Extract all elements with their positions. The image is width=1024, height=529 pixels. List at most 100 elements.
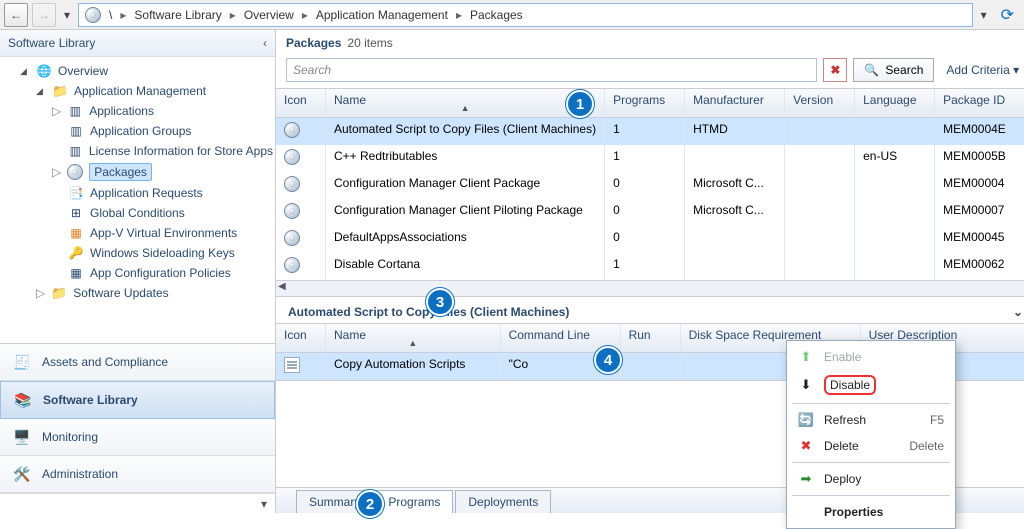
breadcrumb[interactable]: Software Library (130, 6, 225, 24)
conditions-icon: ⊞ (68, 205, 84, 221)
globe-icon: 🌐 (36, 63, 52, 79)
tree-app-groups[interactable]: ▥Application Groups (52, 121, 275, 141)
program-icon (284, 357, 300, 373)
breadcrumb[interactable]: \ (105, 6, 116, 24)
sort-asc-icon: ▲ (334, 103, 596, 113)
chevron-right-icon: ▸ (120, 8, 126, 22)
breadcrumb[interactable]: Packages (466, 6, 527, 24)
tree-overview[interactable]: 🌐Overview (20, 61, 275, 81)
col-run[interactable]: Run (621, 324, 681, 352)
deploy-icon: ➡ (798, 471, 814, 487)
panel-title: Software Library ‹ (0, 30, 275, 57)
menu-properties[interactable]: Properties (790, 499, 952, 525)
col-language[interactable]: Language (855, 89, 935, 117)
admin-icon: 🛠️ (12, 464, 32, 484)
packages-title: Packages (286, 36, 341, 50)
tree-packages[interactable]: Packages (52, 161, 275, 183)
col-manufacturer[interactable]: Manufacturer (685, 89, 785, 117)
tree-app-management[interactable]: 📁Application Management (36, 81, 275, 101)
delete-icon: ✖ (798, 438, 814, 454)
appv-icon: ▦ (68, 225, 84, 241)
tree-software-updates[interactable]: 📁Software Updates (36, 283, 275, 303)
menu-deploy[interactable]: ➡Deploy (790, 466, 952, 492)
package-icon (284, 122, 300, 138)
tree-sideloading[interactable]: 🔑Windows Sideloading Keys (52, 243, 275, 263)
menu-separator (792, 495, 950, 496)
back-button[interactable]: ← (4, 3, 28, 27)
down-arrow-icon: ⬇ (798, 377, 814, 393)
tree-app-config[interactable]: ▦App Configuration Policies (52, 263, 275, 283)
tree-app-requests[interactable]: 📑Application Requests (52, 183, 275, 203)
workspace-monitoring[interactable]: 🖥️Monitoring (0, 419, 275, 456)
col-name[interactable]: Name▲ (326, 89, 605, 117)
breadcrumb[interactable]: Overview (240, 6, 298, 24)
collapse-detail-icon[interactable]: ⌄ (1013, 305, 1023, 319)
library-icon: 📚 (13, 390, 33, 410)
shortcut-label: F5 (930, 413, 944, 427)
menu-separator (792, 403, 950, 404)
menu-disable[interactable]: ⬇Disable (790, 370, 952, 400)
right-content: Packages 20 items Search ✖ 🔍Search Add C… (276, 30, 1024, 513)
forward-button[interactable]: → (32, 3, 56, 27)
callout-1: 1 (566, 90, 594, 118)
table-row[interactable]: Configuration Manager Client Package0Mic… (276, 172, 1024, 199)
search-icon: 🔍 (864, 63, 879, 77)
tab-programs[interactable]: Programs (375, 490, 453, 513)
menu-refresh[interactable]: 🔄RefreshF5 (790, 407, 952, 433)
context-menu: ⬆Enable ⬇Disable 🔄RefreshF5 ✖DeleteDelet… (786, 340, 956, 529)
col-package-id[interactable]: Package ID (935, 89, 1024, 117)
search-input[interactable]: Search (286, 58, 817, 82)
package-icon (67, 164, 83, 180)
workspace-footer[interactable]: ▾ (0, 493, 275, 513)
col-programs[interactable]: Programs (605, 89, 685, 117)
folder-icon: 📁 (52, 83, 68, 99)
callout-3: 3 (426, 288, 454, 316)
refresh-icon[interactable]: ⟳ (995, 5, 1020, 25)
callout-4: 4 (594, 346, 622, 374)
menu-delete[interactable]: ✖DeleteDelete (790, 433, 952, 459)
workspace-assets[interactable]: 🧾Assets and Compliance (0, 344, 275, 381)
collapse-icon[interactable]: ‹ (263, 36, 267, 50)
license-icon: ▥ (68, 143, 83, 159)
search-button[interactable]: 🔍Search (853, 58, 934, 82)
menu-separator (792, 462, 950, 463)
config-icon: ▦ (68, 265, 84, 281)
tree-appv[interactable]: ▦App-V Virtual Environments (52, 223, 275, 243)
address-dropdown[interactable]: ▾ (977, 8, 991, 22)
col-version[interactable]: Version (785, 89, 855, 117)
table-row[interactable]: C++ Redtributables1en-USMEM0005B (276, 145, 1024, 172)
table-row[interactable]: Configuration Manager Client Piloting Pa… (276, 199, 1024, 226)
tree-applications[interactable]: ▥Applications (52, 101, 275, 121)
tree-global-conditions[interactable]: ⊞Global Conditions (52, 203, 275, 223)
folder-icon: 📁 (51, 285, 67, 301)
col-name[interactable]: Name▲ (326, 324, 501, 352)
monitor-icon: 🖥️ (12, 427, 32, 447)
packages-count: 20 items (347, 36, 392, 50)
history-dropdown[interactable]: ▾ (60, 8, 74, 22)
address-bar[interactable]: \ ▸ Software Library ▸ Overview ▸ Applic… (78, 3, 973, 27)
clear-search-button[interactable]: ✖ (823, 58, 847, 82)
add-criteria-dropdown[interactable]: Add Criteria ▾ (940, 63, 1024, 77)
workspace-switcher: 🧾Assets and Compliance 📚Software Library… (0, 343, 275, 513)
breadcrumb[interactable]: Application Management (312, 6, 452, 24)
workspace-software-library[interactable]: 📚Software Library (0, 381, 275, 419)
table-row[interactable]: Disable Cortana1MEM00062 (276, 253, 1024, 280)
col-icon[interactable]: Icon (276, 324, 326, 352)
tab-deployments[interactable]: Deployments (455, 490, 551, 513)
tree-license-info[interactable]: ▥License Information for Store Apps (52, 141, 275, 161)
package-icon (284, 149, 300, 165)
col-icon[interactable]: Icon (276, 89, 326, 117)
blank-icon (798, 504, 814, 520)
workspace-administration[interactable]: 🛠️Administration (0, 456, 275, 493)
app-icon: ▥ (67, 103, 83, 119)
panel-title-label: Software Library (8, 36, 95, 50)
table-row[interactable]: Automated Script to Copy Files (Client M… (276, 118, 1024, 145)
table-row[interactable]: DefaultAppsAssociations0MEM00045 (276, 226, 1024, 253)
nav-tree: 🌐Overview 📁Application Management ▥Appli… (0, 57, 275, 343)
package-icon (284, 203, 300, 219)
horizontal-scrollbar[interactable] (276, 280, 1024, 296)
chevron-right-icon: ▸ (302, 8, 308, 22)
chevron-down-icon: ▾ (1010, 63, 1019, 77)
key-icon: 🔑 (68, 245, 84, 261)
top-navbar: ← → ▾ \ ▸ Software Library ▸ Overview ▸ … (0, 0, 1024, 30)
